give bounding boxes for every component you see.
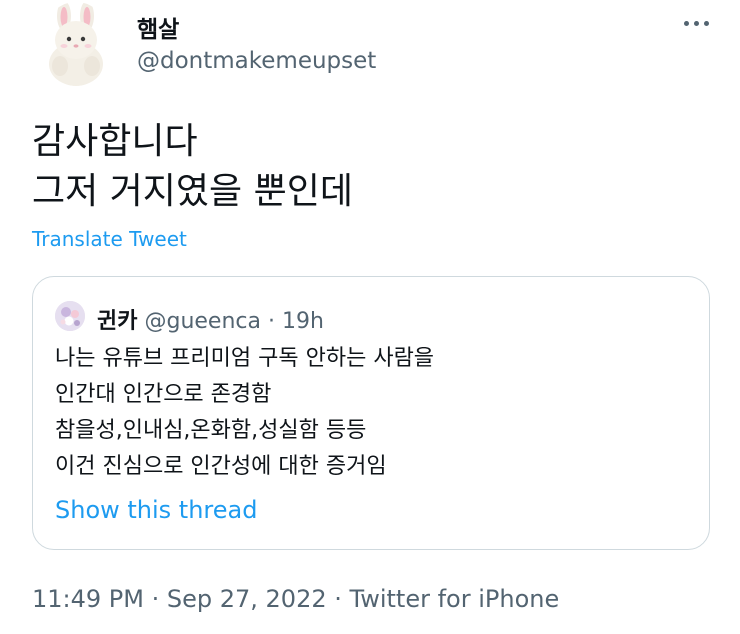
quoted-text-line: 인간대 인간으로 존경함 <box>55 382 272 407</box>
tweet-time[interactable]: 11:49 PM <box>32 585 144 613</box>
bunny-plush-icon <box>49 2 103 86</box>
tweet-source[interactable]: Twitter for iPhone <box>350 585 560 613</box>
quoted-text-line: 이건 진심으로 인간성에 대한 증거임 <box>55 454 387 479</box>
more-options-button[interactable] <box>676 8 716 38</box>
more-dot <box>693 20 699 26</box>
more-dots-icon <box>683 20 689 26</box>
footer-separator: · <box>326 585 350 613</box>
tweet-date[interactable]: Sep 27, 2022 <box>167 585 327 613</box>
quoted-text: 나는 유튜브 프리미엄 구독 안하는 사람을 인간대 인간으로 존경함 참을성,… <box>55 341 434 485</box>
quoted-tweet[interactable]: 귄카 @gueenca · 19h 나는 유튜브 프리미엄 구독 안하는 사람을… <box>32 276 710 550</box>
quoted-separator: · <box>260 309 282 334</box>
tweet-timestamp: 11:49 PM · Sep 27, 2022 · Twitter for iP… <box>32 585 559 613</box>
author-handle[interactable]: @dontmakemeupset <box>137 48 376 74</box>
tweet-card: 햄살 @dontmakemeupset 감사합니다 그저 거지였을 뿐인데 Tr… <box>0 0 740 634</box>
floral-avatar-icon <box>55 301 85 331</box>
footer-separator: · <box>143 585 167 613</box>
show-thread-link[interactable]: Show this thread <box>55 496 257 524</box>
author-display-name[interactable]: 햄살 <box>137 10 179 44</box>
tweet-text: 감사합니다 그저 거지였을 뿐인데 <box>32 117 353 217</box>
tweet-text-line: 그저 거지였을 뿐인데 <box>32 171 353 212</box>
quoted-display-name[interactable]: 귄카 <box>97 309 137 334</box>
author-avatar[interactable] <box>40 2 112 86</box>
translate-tweet-link[interactable]: Translate Tweet <box>32 227 187 251</box>
tweet-text-line: 감사합니다 <box>32 121 198 162</box>
quoted-text-line: 참을성,인내심,온화함,성실함 등등 <box>55 418 367 443</box>
quoted-handle[interactable]: @gueenca <box>144 309 261 334</box>
quoted-time[interactable]: 19h <box>282 309 324 334</box>
quoted-text-line: 나는 유튜브 프리미엄 구독 안하는 사람을 <box>55 346 435 371</box>
quoted-author-avatar[interactable] <box>55 301 85 331</box>
more-dot <box>703 20 709 26</box>
quoted-header: 귄카 @gueenca · 19h <box>97 303 324 335</box>
